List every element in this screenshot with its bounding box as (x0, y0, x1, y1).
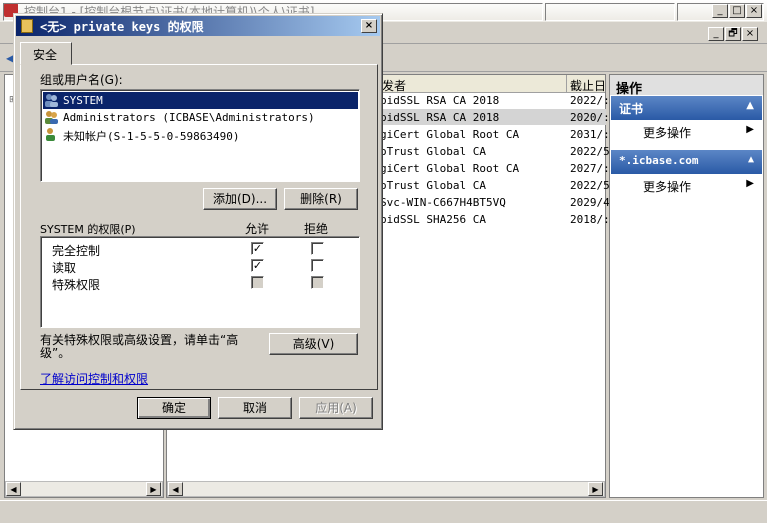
users-group-icon (45, 94, 58, 107)
list-scroll-right-icon[interactable]: ▶ (588, 482, 603, 496)
row-issuer: giCert Global Root CA (380, 162, 520, 175)
row-issuer: pidSSL RSA CA 2018 (380, 111, 500, 124)
collapse-icon[interactable]: ▲ (746, 100, 754, 111)
table-row[interactable]: oTrust Global CA 2022/5 (380, 143, 610, 160)
row-expires: 2022/5 (570, 145, 610, 158)
tab-label: 安全 (33, 48, 58, 62)
row-issuer: oTrust Global CA (380, 145, 486, 158)
deny-full-control-checkbox[interactable] (311, 242, 324, 255)
add-button[interactable]: 添加(D)... (203, 188, 277, 210)
allow-special-checkbox (251, 276, 264, 289)
dialog-close-button[interactable]: × (361, 19, 377, 33)
row-expires: 2022/: (570, 94, 610, 107)
row-expires: 2022/5 (570, 179, 610, 192)
table-row[interactable]: pidSSL RSA CA 2018 2022/: (380, 92, 610, 109)
row-issuer: Svc-WIN-C667H4BT5VQ (380, 196, 506, 209)
apply-button: 应用(A) (299, 397, 373, 419)
dialog-titlebar: <无> private keys 的权限 (16, 16, 380, 36)
advanced-button[interactable]: 高级(V) (269, 333, 358, 355)
tree-scroll-left-icon[interactable]: ◀ (6, 482, 21, 496)
tab-security[interactable]: 安全 (20, 42, 72, 65)
row-issuer: pidSSL SHA256 CA (380, 213, 486, 226)
action-group-certificates[interactable]: 证书 ▲ (611, 96, 762, 120)
tree-scroll-right-icon[interactable]: ▶ (146, 482, 161, 496)
users-group-icon (45, 111, 58, 124)
dialog-title: <无> private keys 的权限 (40, 20, 204, 34)
unknown-user-icon (46, 128, 55, 141)
user-name: SYSTEM (63, 94, 103, 107)
inner-minimize-button[interactable]: _ (708, 27, 724, 41)
ok-button[interactable]: 确定 (137, 397, 211, 419)
row-issuer: pidSSL RSA CA 2018 (380, 94, 500, 107)
actions-header: 操作 (610, 75, 763, 97)
advanced-hint-line: 级”。 (40, 346, 71, 360)
table-row[interactable]: oTrust Global CA 2022/5 (380, 177, 610, 194)
permission-read: 读取 (52, 261, 77, 275)
allow-header: 允许 (245, 222, 270, 236)
table-row[interactable]: Svc-WIN-C667H4BT5VQ 2029/4 (380, 194, 610, 211)
collapse-icon[interactable]: ▲ (748, 154, 754, 165)
table-row[interactable]: giCert Global Root CA 2027/: (380, 160, 610, 177)
deny-read-checkbox[interactable] (311, 259, 324, 272)
cancel-button[interactable]: 取消 (218, 397, 292, 419)
folder-icon (21, 19, 33, 33)
action-group-title: 证书 (619, 102, 644, 116)
permission-special: 特殊权限 (52, 278, 101, 292)
learn-access-control-link[interactable]: 了解访问控制和权限 (40, 370, 148, 387)
inner-restore-button[interactable]: 🗗 (725, 27, 741, 41)
action-more-operations[interactable]: 更多操作 ▶ (611, 174, 762, 198)
row-expires: 2031/: (570, 128, 610, 141)
user-name: Administrators (ICBASE\Administrators) (63, 111, 315, 124)
submenu-arrow-icon: ▶ (746, 124, 754, 135)
deny-header: 拒绝 (304, 222, 329, 236)
action-item-label: 更多操作 (643, 126, 692, 140)
action-more-operations[interactable]: 更多操作 ▶ (611, 120, 762, 144)
status-cell (545, 3, 675, 21)
row-expires: 2027/: (570, 162, 610, 175)
remove-button[interactable]: 删除(R) (284, 188, 358, 210)
row-expires: 2018/: (570, 213, 610, 226)
status-bar (0, 500, 767, 523)
table-row[interactable]: pidSSL RSA CA 2018 2020/: (380, 109, 610, 126)
advanced-hint: 有关特殊权限或高级设置，请单击“高 级”。 (40, 334, 260, 360)
advanced-hint-line: 有关特殊权限或高级设置，请单击“高 (40, 333, 239, 347)
action-group-title: *.icbase.com (619, 154, 699, 167)
row-expires: 2020/: (570, 111, 610, 124)
deny-special-checkbox (311, 276, 324, 289)
inner-close-button[interactable]: × (742, 27, 758, 41)
row-issuer: giCert Global Root CA (380, 128, 520, 141)
tree-hscrollbar[interactable] (5, 481, 163, 497)
permission-full-control: 完全控制 (52, 244, 101, 258)
submenu-arrow-icon: ▶ (746, 178, 754, 189)
table-row[interactable]: pidSSL SHA256 CA 2018/: (380, 211, 610, 228)
row-issuer: oTrust Global CA (380, 179, 486, 192)
table-row[interactable]: giCert Global Root CA 2031/: (380, 126, 610, 143)
list-hscrollbar[interactable] (167, 481, 605, 497)
row-expires: 2029/4 (570, 196, 610, 209)
user-name: 未知帐户(S-1-5-5-0-59863490) (63, 130, 240, 143)
column-divider[interactable] (566, 75, 567, 93)
list-scroll-left-icon[interactable]: ◀ (168, 482, 183, 496)
allow-read-checkbox[interactable]: ✓ (251, 259, 264, 272)
action-item-label: 更多操作 (643, 180, 692, 194)
status-cell (677, 3, 764, 21)
action-group-icbase[interactable]: *.icbase.com ▲ (611, 150, 762, 174)
group-user-label: 组或用户名(G): (40, 73, 123, 87)
allow-full-control-checkbox[interactable]: ✓ (251, 242, 264, 255)
permissions-label: SYSTEM 的权限(P) (40, 223, 136, 236)
